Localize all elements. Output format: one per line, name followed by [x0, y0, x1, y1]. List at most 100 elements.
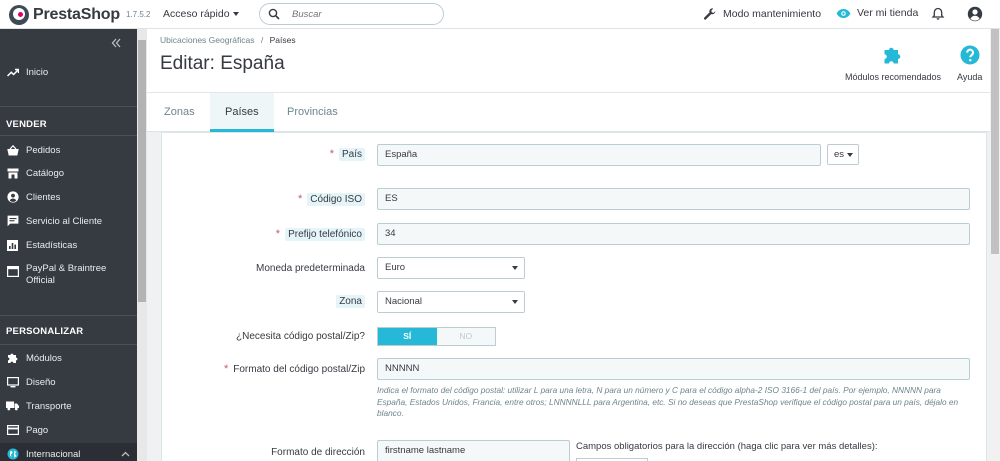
- caret-down-icon: [232, 12, 239, 17]
- country-form-panel: * País España es * Código ISO ES * Prefijo …: [161, 132, 987, 461]
- sidebar-item-shipping[interactable]: Transporte: [0, 396, 137, 416]
- sidebar-item-label: Servicio al Cliente: [26, 215, 103, 227]
- bell-icon[interactable]: [931, 7, 945, 21]
- phone-prefix-input[interactable]: 34: [377, 223, 970, 245]
- required-fields-label[interactable]: Campos obligatorios para la dirección (h…: [576, 441, 878, 452]
- puzzle-icon: [884, 47, 901, 64]
- tab-states[interactable]: Provincias: [272, 93, 353, 132]
- search-icon: [268, 8, 280, 20]
- sidebar-scrollbar-thumb[interactable]: [138, 40, 146, 302]
- zip-needed-yes[interactable]: SÍ: [378, 328, 437, 345]
- chat-icon: [6, 215, 19, 227]
- help-button[interactable]: Ayuda: [957, 45, 982, 82]
- trending-up-icon: [6, 66, 19, 78]
- sidebar-item-label: Estadísticas: [26, 239, 78, 251]
- user-account-icon[interactable]: [967, 6, 983, 22]
- payment-window-icon: [6, 265, 19, 277]
- required-marker: *: [298, 193, 303, 205]
- language-code: es: [834, 149, 845, 160]
- zip-needed-switch[interactable]: SÍ NO: [377, 327, 496, 346]
- search-box[interactable]: [259, 3, 444, 25]
- required-marker: *: [275, 228, 281, 240]
- eye-icon: [836, 8, 851, 18]
- phone-prefix-label-text[interactable]: Prefijo telefónico: [285, 228, 365, 241]
- currency-select[interactable]: Euro: [377, 257, 525, 279]
- maintenance-mode-link[interactable]: Modo mantenimiento: [703, 7, 821, 21]
- store-icon: [6, 167, 19, 179]
- breadcrumb-separator: /: [260, 35, 264, 45]
- caret-down-icon: [512, 300, 518, 304]
- account-circle-icon: [6, 191, 19, 203]
- search-input[interactable]: [292, 7, 432, 21]
- page-scrollbar-thumb[interactable]: [991, 29, 999, 254]
- breadcrumb-current: Países: [269, 35, 296, 45]
- iso-label: * Código ISO: [298, 193, 365, 206]
- sidebar-item-label: Diseño: [26, 376, 56, 388]
- country-label-text[interactable]: País: [338, 148, 365, 161]
- page-title: Editar: España: [160, 53, 285, 74]
- country-name-input[interactable]: España: [377, 144, 821, 166]
- truck-icon: [6, 400, 19, 412]
- sidebar-item-design[interactable]: Diseño: [0, 372, 137, 392]
- sidebar-item-international[interactable]: Internacional: [0, 443, 137, 461]
- sidebar-item-label: Módulos: [26, 352, 62, 364]
- prestashop-logo[interactable]: PrestaShop: [9, 5, 120, 25]
- zip-needed-no[interactable]: NO: [436, 328, 495, 345]
- quick-access-dropdown[interactable]: Acceso rápido: [163, 8, 239, 20]
- recommended-modules-label: Módulos recomendados: [845, 72, 942, 82]
- sidebar-item-label: Clientes: [26, 191, 61, 203]
- tab-countries[interactable]: Países: [210, 93, 274, 132]
- view-shop-link[interactable]: Ver mi tienda: [836, 7, 918, 19]
- chevron-up-icon: [121, 451, 130, 457]
- zip-format-input[interactable]: NNNNN: [377, 358, 970, 380]
- sidebar-nav: Inicio VENDER Pedidos Catálogo Clientes …: [0, 29, 137, 461]
- puzzle-icon: [6, 352, 19, 364]
- currency-selected-value: Euro: [385, 262, 406, 273]
- iso-label-text[interactable]: Código ISO: [307, 193, 365, 206]
- shopping-basket-icon: [6, 144, 19, 156]
- sidebar-item-payment[interactable]: Pago: [0, 420, 137, 440]
- zip-format-help-text: Indica el formato del código postal: uti…: [377, 385, 959, 418]
- brand-name: PrestaShop: [33, 6, 120, 23]
- zone-label-text[interactable]: Zona: [336, 295, 365, 308]
- sidebar-item-label: Inicio: [26, 66, 49, 78]
- sidebar-item-customer-service[interactable]: Servicio al Cliente: [0, 211, 137, 231]
- help-label: Ayuda: [957, 72, 983, 82]
- country-label: * País: [329, 148, 365, 161]
- sidebar-item-label: Catálogo: [26, 167, 65, 179]
- address-format-textarea[interactable]: firstname lastname: [377, 440, 570, 461]
- maintenance-label: Modo mantenimiento: [723, 8, 822, 20]
- wrench-icon: [703, 8, 716, 20]
- iso-code-input[interactable]: ES: [377, 188, 970, 210]
- tab-zones[interactable]: Zonas: [149, 93, 210, 132]
- top-header: PrestaShop 1.7.5.2 Acceso rápido Modo ma…: [0, 0, 1000, 29]
- sidebar-item-paypal[interactable]: PayPal & Braintree Official: [0, 263, 137, 291]
- zip-needed-label: ¿Necesita código postal/Zip?: [236, 331, 365, 342]
- zip-format-label-text: Formato del código postal/Zip: [233, 364, 365, 375]
- sidebar-item-label: Transporte: [26, 400, 72, 412]
- sidebar-item-label: PayPal & Braintree Official: [26, 263, 107, 286]
- address-format-label: Formato de dirección: [271, 447, 365, 458]
- help-circle-icon: [960, 45, 980, 65]
- required-marker: *: [329, 148, 334, 160]
- collapse-menu-icon[interactable]: [110, 37, 122, 49]
- sidebar-divider: [0, 135, 137, 136]
- sidebar-item-orders[interactable]: Pedidos: [0, 140, 137, 160]
- tab-bar: Zonas Países Provincias: [147, 92, 990, 132]
- caret-down-icon: [512, 266, 518, 270]
- zone-selected-value: Nacional: [385, 296, 422, 307]
- sidebar-item-catalog[interactable]: Catálogo: [0, 163, 137, 183]
- sidebar-item-stats[interactable]: Estadísticas: [0, 235, 137, 255]
- sidebar-item-modules[interactable]: Módulos: [0, 348, 137, 368]
- sidebar-item-label: Pago: [26, 424, 49, 436]
- sidebar-item-customers[interactable]: Clientes: [0, 187, 137, 207]
- breadcrumb-link[interactable]: Ubicaciones Geográficas: [160, 35, 255, 45]
- sidebar-section-sell: VENDER: [6, 119, 47, 130]
- required-marker: *: [223, 363, 229, 375]
- sidebar-item-home[interactable]: Inicio: [0, 62, 137, 82]
- bar-chart-icon: [6, 239, 19, 251]
- sidebar-divider: [0, 315, 137, 316]
- language-dropdown[interactable]: es: [827, 144, 859, 165]
- zone-select[interactable]: Nacional: [377, 291, 525, 313]
- recommended-modules-button[interactable]: Módulos recomendados: [845, 45, 941, 82]
